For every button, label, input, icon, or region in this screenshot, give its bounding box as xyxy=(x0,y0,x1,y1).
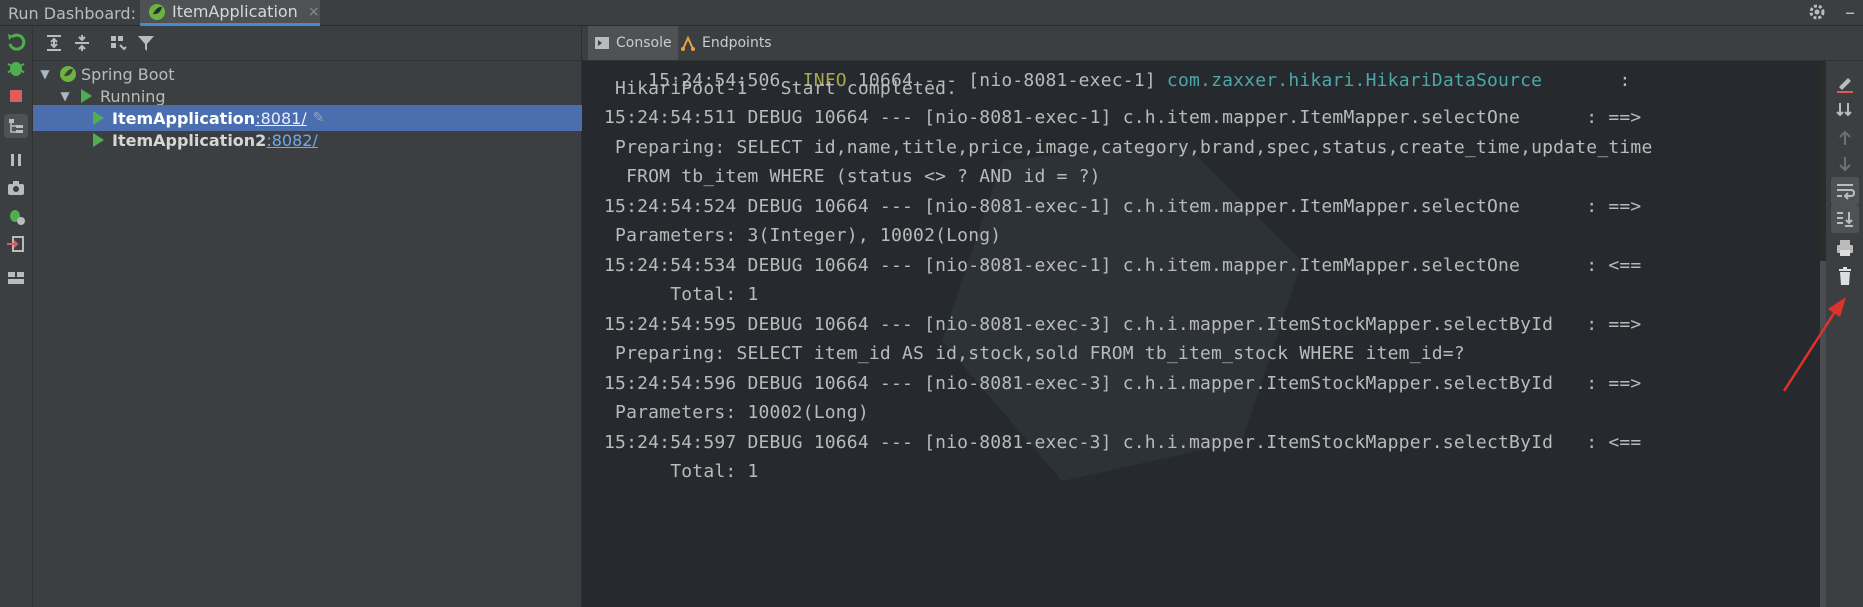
port-link[interactable]: :8081/ xyxy=(255,109,307,128)
minimize-button[interactable]: – xyxy=(1845,0,1855,24)
tree-toolbar xyxy=(33,26,581,61)
chevron-down-icon[interactable]: ▼ xyxy=(37,67,53,81)
filter-icon[interactable] xyxy=(135,32,157,54)
tab-endpoints[interactable]: Endpoints xyxy=(674,26,778,60)
log-line: Parameters: 3(Integer), 10002(Long) xyxy=(604,225,1002,246)
stop-icon[interactable] xyxy=(4,84,28,108)
log-line: 15:24:54:511 DEBUG 10664 --- [nio-8081-e… xyxy=(604,107,1642,128)
run-dashboard-tree: ▼ Spring Boot ▼ Running ItemApplication … xyxy=(33,61,641,607)
clear-highlight-icon[interactable] xyxy=(1834,73,1856,95)
log-line: FROM tb_item WHERE (status <> ? AND id =… xyxy=(604,166,1101,187)
tab-label: ItemApplication xyxy=(172,2,298,21)
clear-all-trash-icon[interactable] xyxy=(1834,265,1856,287)
log-line: Preparing: SELECT id,name,title,price,im… xyxy=(604,137,1653,158)
layout-icon[interactable] xyxy=(4,266,28,290)
title-bar: Run Dashboard: ItemApplication × – xyxy=(0,0,1863,26)
log-line: Total: 1 xyxy=(604,284,759,305)
run-icon xyxy=(93,133,104,147)
run-icon xyxy=(93,111,104,125)
tab-item-application[interactable]: ItemApplication × xyxy=(140,0,320,26)
spring-boot-icon xyxy=(60,66,76,82)
login-icon[interactable] xyxy=(4,232,28,256)
rerun-icon[interactable] xyxy=(4,30,28,54)
tree-label: Spring Boot xyxy=(81,64,175,84)
soft-wrap-icon[interactable] xyxy=(1831,177,1859,205)
sort-down-icon[interactable] xyxy=(1834,99,1856,121)
port-link[interactable]: :8082/ xyxy=(266,131,318,150)
log-line: Preparing: SELECT item_id AS id,stock,so… xyxy=(604,343,1465,364)
camera-icon[interactable] xyxy=(4,176,28,200)
endpoints-icon xyxy=(681,35,695,51)
log-line: Parameters: 10002(Long) xyxy=(604,402,869,423)
group-icon[interactable] xyxy=(107,32,129,54)
tab-console[interactable]: Console xyxy=(588,26,678,60)
console-icon xyxy=(595,37,609,49)
app-name: ItemApplication2 xyxy=(112,130,267,150)
annotation-arrow xyxy=(1782,297,1846,392)
chevron-down-icon[interactable]: ▼ xyxy=(57,89,73,103)
tree-node-item-application2[interactable]: ItemApplication2 :8082/ xyxy=(33,127,641,153)
bug-settings-icon[interactable] xyxy=(4,204,28,228)
log-line: HikariPool-1 - Start completed. xyxy=(604,78,958,99)
console-tabs-bar: Console Endpoints xyxy=(582,26,1863,61)
console-output[interactable]: 15:24:54:506 INFO 10664 --- [nio-8081-ex… xyxy=(582,61,1824,607)
log-line: 15:24:54:595 DEBUG 10664 --- [nio-8081-e… xyxy=(604,314,1642,335)
log-line: 15:24:54:524 DEBUG 10664 --- [nio-8081-e… xyxy=(604,196,1642,217)
pencil-icon[interactable]: ✎ xyxy=(313,110,325,126)
arrow-up-icon[interactable] xyxy=(1834,127,1856,149)
app-name: ItemApplication xyxy=(112,108,256,128)
log-line: 15:24:54:597 DEBUG 10664 --- [nio-8081-e… xyxy=(604,432,1642,453)
log-line: 15:24:54:596 DEBUG 10664 --- [nio-8081-e… xyxy=(604,373,1642,394)
tree-label: Running xyxy=(100,86,166,106)
scroll-to-end-icon[interactable] xyxy=(1831,205,1859,233)
group-by-icon[interactable] xyxy=(4,114,28,138)
print-icon[interactable] xyxy=(1834,237,1856,259)
expand-all-icon[interactable] xyxy=(43,32,65,54)
log-line: 15:24:54:534 DEBUG 10664 --- [nio-8081-e… xyxy=(604,255,1642,276)
left-toolbar xyxy=(0,26,33,607)
collapse-all-icon[interactable] xyxy=(71,32,93,54)
pause-icon[interactable] xyxy=(4,148,28,172)
tab-label: Console xyxy=(616,35,672,51)
gear-icon[interactable] xyxy=(1807,2,1827,22)
tab-label: Endpoints xyxy=(702,35,772,51)
debug-icon[interactable] xyxy=(4,56,28,80)
log-line: Total: 1 xyxy=(604,461,759,482)
run-icon xyxy=(81,89,92,103)
window-title: Run Dashboard: xyxy=(8,4,136,23)
tab-close-icon[interactable]: × xyxy=(308,4,320,20)
spring-boot-icon xyxy=(149,3,165,20)
arrow-down-icon[interactable] xyxy=(1834,153,1856,175)
